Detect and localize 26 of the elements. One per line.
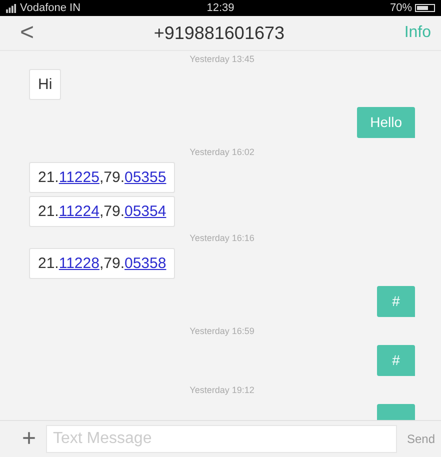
carrier-name: Vodafone IN	[20, 2, 81, 14]
timestamp: Yesterday 19:12	[188, 384, 256, 397]
battery-percent: 70%	[390, 2, 412, 14]
link[interactable]: 11225	[58, 169, 100, 186]
link[interactable]: 11228	[58, 255, 100, 272]
message-text: 21.11225,79.05355	[38, 169, 166, 186]
message-text: 21.11228,79.05358	[38, 255, 166, 272]
link[interactable]: 11224	[58, 203, 100, 220]
timestamp: Yesterday 13:45	[188, 53, 256, 66]
timestamp: Yesterday 16:16	[188, 232, 256, 245]
message-text: 21.11224,79.05354	[38, 203, 166, 220]
battery-icon	[415, 4, 435, 12]
timestamp: Yesterday 16:02	[188, 146, 256, 159]
message-text: #	[392, 293, 400, 309]
timestamp: Yesterday 16:59	[188, 325, 256, 338]
message-text: Hello	[370, 114, 402, 130]
link[interactable]: 05358	[124, 255, 166, 272]
add-button[interactable]: +	[22, 425, 36, 453]
message-text: Hi	[38, 76, 52, 93]
signal-icon	[6, 4, 17, 12]
back-button[interactable]: <	[20, 19, 34, 47]
message-text: #	[392, 352, 400, 368]
contact-number: +919881601673	[154, 22, 284, 44]
link[interactable]: 05354	[124, 203, 166, 220]
clock-time: 12:39	[206, 2, 234, 14]
link[interactable]: 05355	[124, 169, 166, 186]
